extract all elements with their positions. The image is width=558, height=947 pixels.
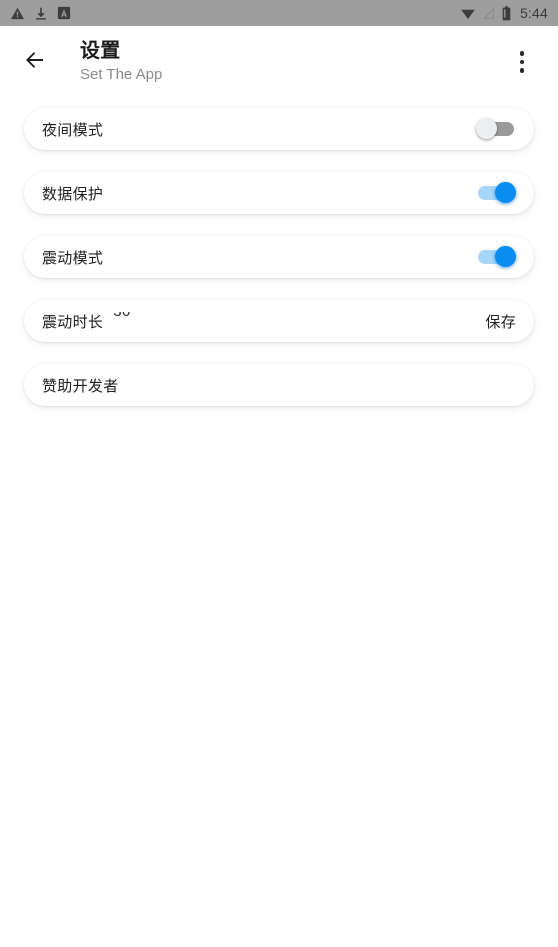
- setting-label-vibration-duration: 震动时长: [42, 313, 104, 331]
- switch-thumb: [495, 246, 516, 267]
- page-subtitle: Set The App: [80, 66, 163, 83]
- status-bar-clock: 5:44: [519, 5, 548, 21]
- setting-label-night-mode: 夜间模式: [42, 121, 104, 139]
- status-bar-right-icons: 5:44: [460, 5, 548, 21]
- overflow-dot-icon: [519, 51, 525, 56]
- setting-row-data-protection[interactable]: 数据保护: [24, 172, 534, 214]
- back-arrow-icon: [23, 48, 47, 77]
- setting-row-sponsor-developer[interactable]: 赞助开发者: [24, 364, 534, 406]
- setting-label-vibration-mode: 震动模式: [42, 249, 104, 267]
- warning-triangle-icon: [10, 6, 25, 21]
- setting-label-sponsor-developer: 赞助开发者: [42, 377, 119, 395]
- switch-thumb: [495, 182, 516, 203]
- switch-thumb: [476, 118, 497, 139]
- overflow-menu-button[interactable]: [500, 40, 544, 84]
- app-bar-titles: 设置 Set The App: [80, 39, 500, 85]
- switch-night-mode[interactable]: [476, 118, 516, 140]
- overflow-dot-icon: [519, 59, 525, 65]
- app-bar: 设置 Set The App: [0, 26, 558, 98]
- signal-off-icon: [482, 6, 495, 20]
- overflow-dot-icon: [519, 68, 525, 73]
- back-button[interactable]: [12, 39, 58, 85]
- battery-icon: [502, 5, 511, 21]
- status-bar-left-icons: [10, 6, 460, 21]
- vibration-duration-input[interactable]: 30: [111, 312, 163, 330]
- switch-data-protection[interactable]: [476, 182, 516, 204]
- wifi-icon: [460, 7, 476, 20]
- switch-vibration-mode[interactable]: [476, 246, 516, 268]
- status-bar: 5:44: [0, 0, 558, 26]
- letter-a-box-icon: [57, 6, 71, 20]
- vibration-duration-value: 30: [113, 312, 131, 321]
- settings-list: 夜间模式 数据保护 震动模式 震动时长 30 保存 赞助开发者: [0, 98, 558, 406]
- page-title: 设置: [80, 40, 121, 62]
- setting-row-vibration-duration[interactable]: 震动时长 30 保存: [24, 300, 534, 342]
- download-icon: [34, 6, 48, 21]
- setting-label-data-protection: 数据保护: [42, 185, 104, 203]
- setting-row-night-mode[interactable]: 夜间模式: [24, 108, 534, 150]
- save-button[interactable]: 保存: [485, 311, 516, 332]
- setting-row-vibration-mode[interactable]: 震动模式: [24, 236, 534, 278]
